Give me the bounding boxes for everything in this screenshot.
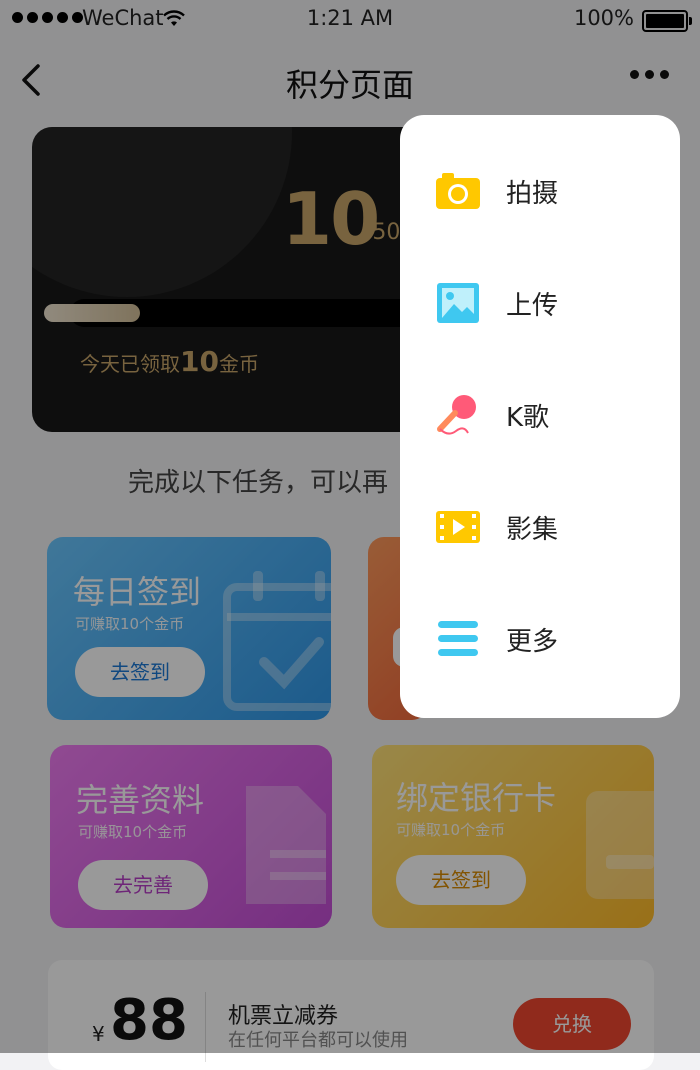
menu-label: 拍摄 [506,179,559,209]
menu-label: 影集 [506,515,559,545]
menu-item-karaoke[interactable]: K歌 [400,361,680,471]
popup-menu: 拍摄 上传 K歌 影集 更多 [400,115,680,718]
image-upload-icon [437,283,479,323]
menu-item-album[interactable]: 影集 [400,473,680,583]
menu-label: K歌 [506,403,550,433]
camera-icon [436,173,480,209]
menu-label: 更多 [506,627,559,657]
microphone-icon [437,395,476,435]
more-lines-icon [438,621,478,656]
menu-label: 上传 [506,291,559,321]
menu-item-upload[interactable]: 上传 [400,249,680,359]
film-icon [436,511,480,543]
menu-item-shoot[interactable]: 拍摄 [400,137,680,247]
menu-item-more[interactable]: 更多 [400,585,680,695]
